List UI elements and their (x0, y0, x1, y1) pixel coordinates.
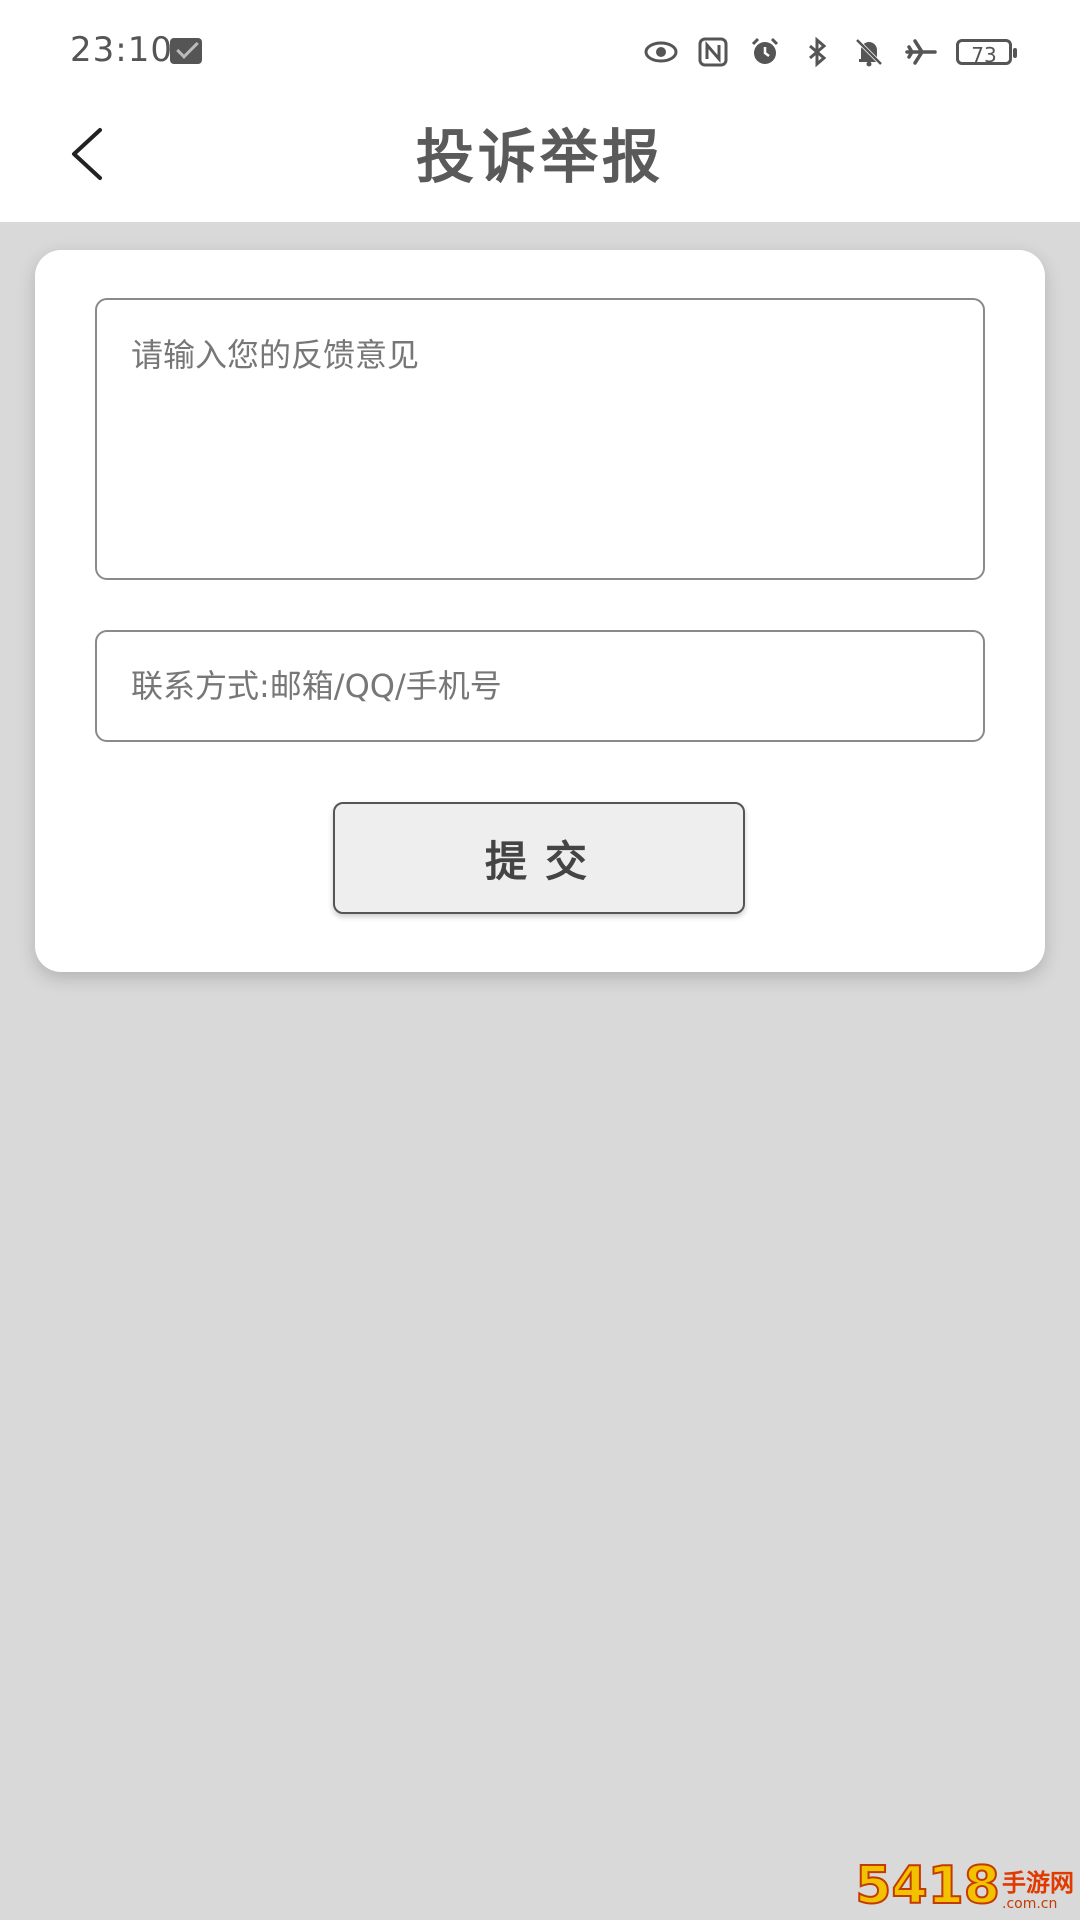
status-time: 23:10 (70, 30, 173, 70)
watermark-url: .com.cn (1002, 1895, 1058, 1912)
bluetooth-icon (809, 36, 827, 68)
watermark-logo: 5418 手游网 .com.cn (854, 1856, 1074, 1916)
message-app-icon (170, 38, 202, 64)
feedback-card: 提交 (35, 250, 1045, 972)
contact-input[interactable] (95, 630, 985, 742)
watermark-number: 5418 (854, 1856, 1001, 1916)
status-icons: 73 (644, 32, 1017, 72)
feedback-input[interactable] (95, 298, 985, 580)
top-bar: 23:10 73 投诉举报 (0, 0, 1080, 222)
watermark-text: 手游网 (1002, 1869, 1074, 1898)
nfc-icon (698, 37, 728, 67)
eye-icon (644, 41, 678, 63)
airplane-icon (905, 39, 937, 65)
battery-icon: 73 (956, 39, 1017, 67)
page-title: 投诉举报 (415, 123, 664, 191)
alarm-icon (751, 37, 779, 64)
header: 投诉举报 (0, 104, 1080, 222)
mute-bell-icon (855, 38, 883, 67)
status-bar: 23:10 73 (0, 0, 1080, 104)
submit-button[interactable]: 提交 (333, 802, 745, 914)
